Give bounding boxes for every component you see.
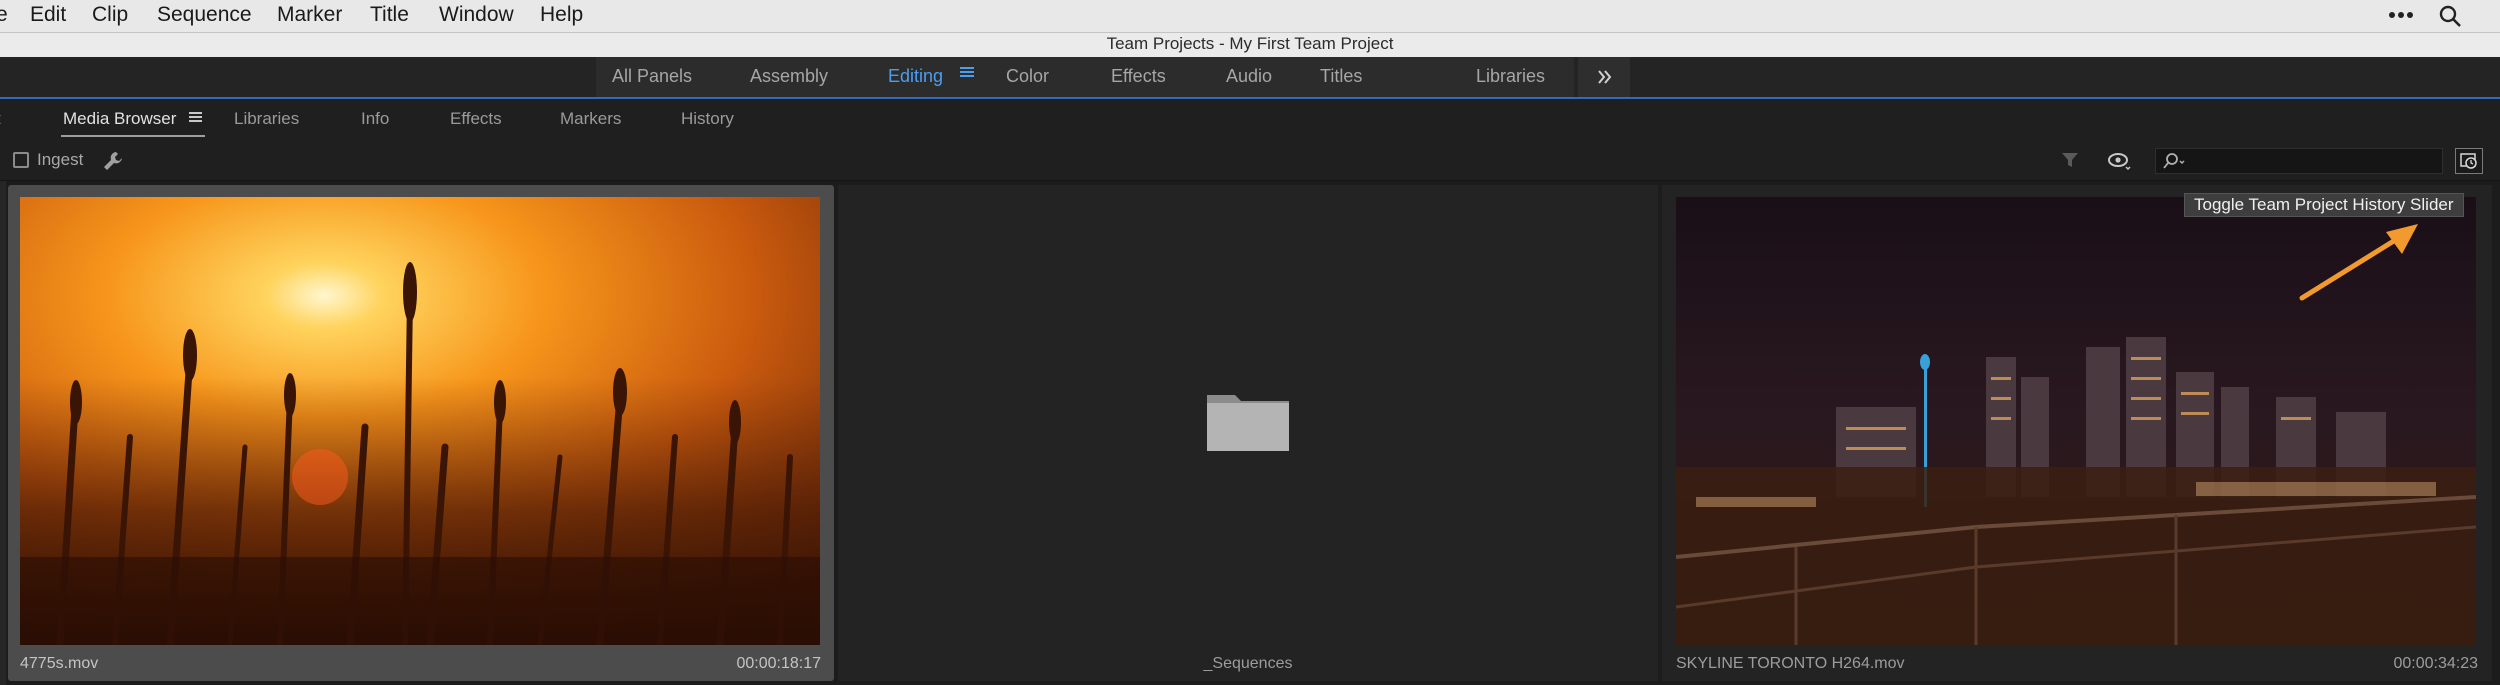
workspace-effects[interactable]: Effects	[1111, 66, 1166, 87]
menu-sequence[interactable]: Sequence	[157, 3, 252, 27]
media-item[interactable]: 4775s.mov 00:00:18:17	[8, 185, 834, 681]
workspaces-tabs: All Panels Assembly Editing Color Effect…	[596, 57, 1574, 97]
view-options-icon[interactable]	[2107, 150, 2133, 177]
wrench-icon[interactable]	[102, 150, 124, 177]
workspaces-overflow-button[interactable]	[1578, 57, 1630, 97]
clip-name: 4775s.mov	[20, 655, 99, 672]
window-title: Team Projects - My First Team Project	[1106, 34, 1394, 53]
workspace-all-panels[interactable]: All Panels	[612, 66, 692, 87]
filter-icon[interactable]	[2060, 150, 2082, 177]
clip-duration: 00:00:18:17	[736, 655, 821, 672]
media-browser-toolbar: Ingest	[0, 142, 2500, 181]
folder-icon	[1205, 389, 1291, 458]
tab-libraries[interactable]: Libraries	[234, 109, 299, 129]
workspace-libraries[interactable]: Libraries	[1476, 66, 1545, 87]
menu-help[interactable]: Help	[540, 3, 583, 27]
double-chevron-right-icon	[1598, 70, 1612, 84]
annotation-arrow-icon	[2299, 224, 2418, 301]
menu-edit[interactable]: Edit	[30, 3, 66, 27]
menu-title[interactable]: Title	[370, 3, 409, 27]
workspace-assembly[interactable]: Assembly	[750, 66, 828, 87]
folder-name: _Sequences	[1203, 655, 1293, 672]
menu-marker[interactable]: Marker	[277, 3, 342, 27]
workspace-audio[interactable]: Audio	[1226, 66, 1272, 87]
tab-media-browser[interactable]: Media Browser	[63, 109, 176, 129]
title-bar: Team Projects - My First Team Project	[0, 33, 2500, 57]
workspace-editing[interactable]: Editing	[888, 66, 943, 87]
tab-markers[interactable]: Markers	[560, 109, 621, 129]
panel-tab-bar: t Media Browser Libraries Info Effects M…	[0, 100, 2500, 142]
ingest-checkbox[interactable]	[13, 152, 29, 168]
ingest-label: Ingest	[37, 150, 84, 169]
menu-app-fragment[interactable]: e	[0, 3, 8, 27]
clip-duration: 00:00:34:23	[2393, 655, 2478, 672]
more-icon[interactable]	[2387, 4, 2415, 31]
menu-bar: e Edit Clip Sequence Marker Title Window…	[0, 0, 2500, 33]
workspaces-bar: All Panels Assembly Editing Color Effect…	[0, 57, 2500, 99]
workspace-menu-icon[interactable]	[958, 63, 976, 86]
workspace-color[interactable]: Color	[1006, 66, 1049, 87]
tab-effects[interactable]: Effects	[450, 109, 502, 129]
clip-thumbnail-wheat-sunset	[20, 197, 820, 645]
media-item[interactable]: _Sequences	[838, 185, 1658, 681]
workspace-titles[interactable]: Titles	[1320, 66, 1362, 87]
search-icon	[2163, 153, 2185, 169]
panel-menu-icon[interactable]	[188, 109, 204, 130]
panel-tab-fragment[interactable]: t	[0, 109, 1, 129]
menu-window[interactable]: Window	[439, 3, 514, 27]
team-project-history-button[interactable]	[2455, 148, 2483, 174]
tab-history[interactable]: History	[681, 109, 734, 129]
media-grid: 4775s.mov 00:00:18:17 _Sequences SKYLINE…	[0, 181, 2500, 685]
history-slider-icon	[2460, 153, 2477, 169]
tab-info[interactable]: Info	[361, 109, 389, 129]
menu-clip[interactable]: Clip	[92, 3, 128, 27]
search-icon[interactable]	[2438, 4, 2462, 33]
tooltip: Toggle Team Project History Slider	[2184, 193, 2464, 217]
panel-left-edge	[0, 181, 6, 685]
clip-name: SKYLINE TORONTO H264.mov	[1676, 655, 1905, 672]
search-input[interactable]	[2155, 148, 2443, 174]
active-tab-indicator	[61, 135, 205, 137]
